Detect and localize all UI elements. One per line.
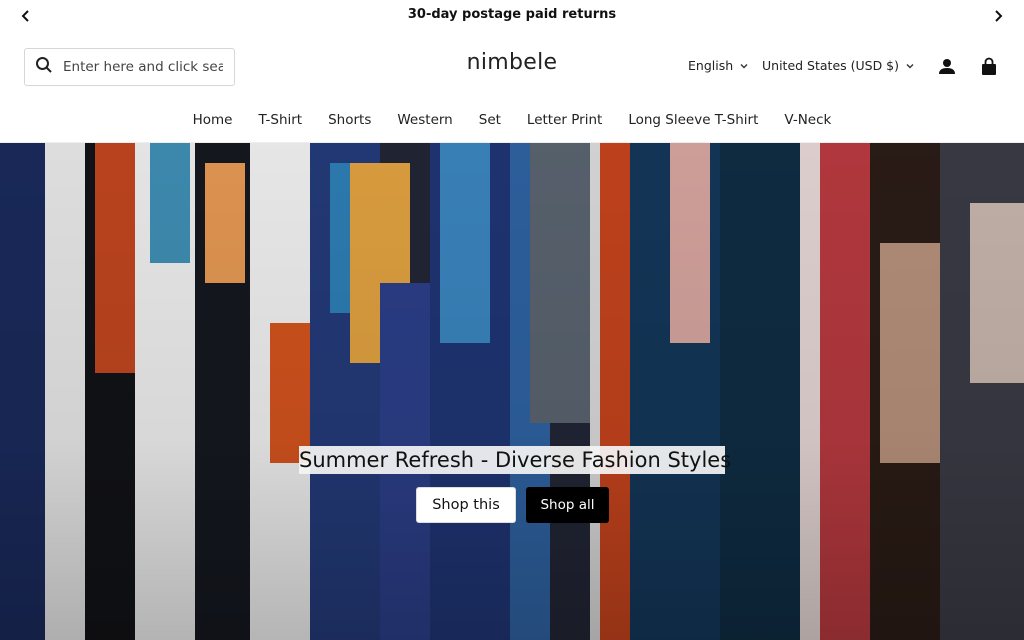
nav-item-set[interactable]: Set	[479, 112, 501, 128]
shop-all-button[interactable]: Shop all	[526, 487, 609, 523]
nav-item-western[interactable]: Western	[397, 112, 452, 128]
search-icon[interactable]	[35, 56, 53, 78]
shopping-bag-icon[interactable]	[979, 57, 999, 77]
currency-selector[interactable]: United States (USD $)	[762, 58, 915, 73]
nav-item-v-neck[interactable]: V-Neck	[784, 112, 831, 128]
nav-item-letter-print[interactable]: Letter Print	[527, 112, 602, 128]
shop-this-button[interactable]: Shop this	[416, 487, 516, 523]
site-logo[interactable]: nimbele	[412, 50, 612, 75]
hero-title: Summer Refresh - Diverse Fashion Styles	[299, 446, 732, 474]
chevron-down-icon	[740, 63, 748, 68]
hero-banner: Summer Refresh - Diverse Fashion Styles …	[0, 143, 1024, 640]
search-input[interactable]	[63, 59, 223, 75]
hero-overlay	[0, 143, 1024, 640]
search-box[interactable]	[24, 48, 235, 86]
main-nav: Home T-Shirt Shorts Western Set Letter P…	[0, 112, 1024, 128]
announcement-bar: 30-day postage paid returns	[0, 0, 1024, 32]
nav-item-home[interactable]: Home	[193, 112, 233, 128]
nav-item-t-shirt[interactable]: T-Shirt	[259, 112, 303, 128]
user-icon[interactable]	[937, 57, 957, 77]
chevron-right-icon[interactable]	[990, 8, 1006, 24]
language-label: English	[688, 58, 734, 73]
site-header: nimbele English United States (USD $) Ho…	[0, 32, 1024, 143]
chevron-down-icon	[906, 63, 914, 68]
announcement-text: 30-day postage paid returns	[407, 7, 617, 22]
nav-item-shorts[interactable]: Shorts	[328, 112, 371, 128]
language-selector[interactable]: English	[688, 58, 749, 73]
nav-item-long-sleeve-t-shirt[interactable]: Long Sleeve T-Shirt	[628, 112, 758, 128]
currency-label: United States (USD $)	[762, 58, 900, 73]
